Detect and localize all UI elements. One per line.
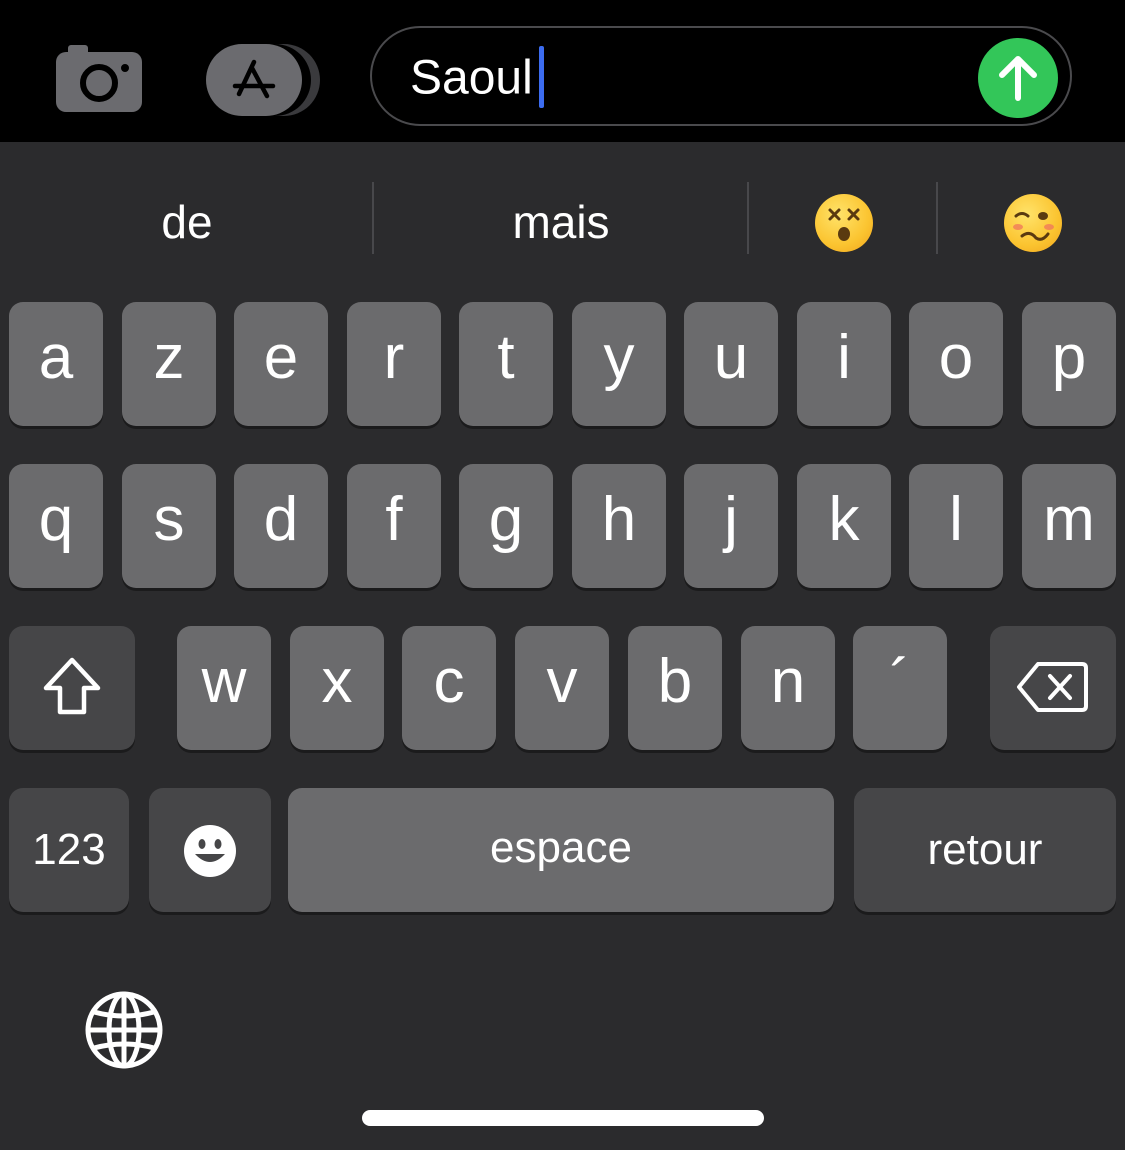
return-key[interactable]: retour: [854, 788, 1116, 912]
camera-button[interactable]: [56, 45, 142, 112]
predictive-text-bar: de mais: [0, 142, 1125, 292]
key-z[interactable]: z: [122, 302, 216, 426]
key-p[interactable]: p: [1022, 302, 1116, 426]
key-v[interactable]: v: [515, 626, 609, 750]
key-b[interactable]: b: [628, 626, 722, 750]
text-caret: [538, 46, 544, 108]
message-text: Saoul: [410, 51, 533, 105]
key-j[interactable]: j: [684, 464, 778, 588]
suggestion-divider: [747, 182, 749, 254]
key-a[interactable]: a: [9, 302, 103, 426]
key-c[interactable]: c: [402, 626, 496, 750]
key-m[interactable]: m: [1022, 464, 1116, 588]
arrow-up-icon: [999, 56, 1037, 101]
key-n[interactable]: n: [741, 626, 835, 750]
shift-icon: [43, 657, 101, 715]
numbers-key[interactable]: 123: [9, 788, 129, 912]
suggestion-de[interactable]: de: [0, 182, 374, 262]
key-r[interactable]: r: [347, 302, 441, 426]
key-i[interactable]: i: [797, 302, 891, 426]
key-acute-accent[interactable]: ´: [853, 626, 947, 750]
key-s[interactable]: s: [122, 464, 216, 588]
key-f[interactable]: f: [347, 464, 441, 588]
key-t[interactable]: t: [459, 302, 553, 426]
suggestion-divider: [936, 182, 938, 254]
home-indicator[interactable]: [362, 1110, 764, 1126]
key-x[interactable]: x: [290, 626, 384, 750]
app-store-icon: [232, 59, 276, 99]
backspace-icon: [1017, 662, 1088, 712]
key-u[interactable]: u: [684, 302, 778, 426]
message-input[interactable]: Saoul: [370, 26, 1072, 126]
message-text-row: Saoul: [410, 46, 544, 112]
key-h[interactable]: h: [572, 464, 666, 588]
key-d[interactable]: d: [234, 464, 328, 588]
message-toolbar: Saoul: [0, 0, 1125, 142]
key-y[interactable]: y: [572, 302, 666, 426]
key-l[interactable]: l: [909, 464, 1003, 588]
shift-key[interactable]: [9, 626, 135, 750]
woozy-face-emoji[interactable]: [1004, 194, 1062, 252]
dizzy-face-emoji[interactable]: [815, 194, 873, 252]
key-g[interactable]: g: [459, 464, 553, 588]
key-q[interactable]: q: [9, 464, 103, 588]
globe-icon[interactable]: [84, 990, 164, 1070]
delete-key[interactable]: [990, 626, 1116, 750]
emoji-key[interactable]: [149, 788, 271, 912]
key-e[interactable]: e: [234, 302, 328, 426]
key-o[interactable]: o: [909, 302, 1003, 426]
key-w[interactable]: w: [177, 626, 271, 750]
emoji-icon: [184, 825, 236, 877]
key-k[interactable]: k: [797, 464, 891, 588]
send-button[interactable]: [978, 38, 1058, 118]
app-store-button[interactable]: [206, 44, 320, 116]
space-key[interactable]: espace: [288, 788, 834, 912]
suggestion-mais[interactable]: mais: [374, 182, 748, 262]
